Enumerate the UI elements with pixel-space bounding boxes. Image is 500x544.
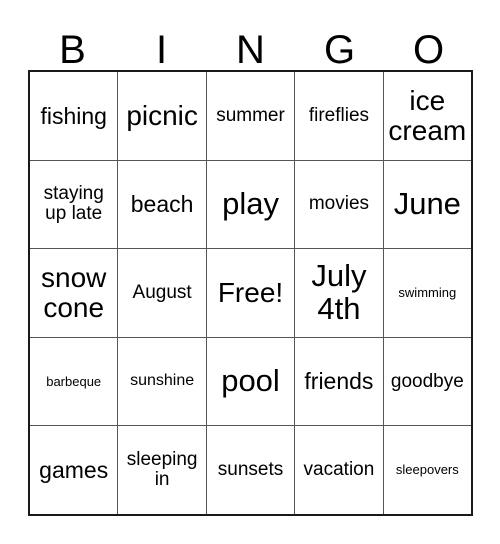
- bingo-row: fishing picnic summer fireflies ice crea…: [30, 72, 471, 161]
- bingo-cell[interactable]: sleepovers: [384, 426, 471, 514]
- bingo-cell[interactable]: June: [384, 161, 471, 249]
- bingo-grid: fishing picnic summer fireflies ice crea…: [28, 70, 473, 516]
- bingo-cell-label: snow cone: [41, 262, 107, 323]
- bingo-free-label: Free!: [217, 277, 284, 309]
- bingo-cell-label: sunsets: [217, 459, 284, 481]
- bingo-cell-label: ice cream: [388, 85, 467, 146]
- bingo-cell[interactable]: staying up late: [30, 160, 119, 249]
- bingo-cell-free[interactable]: Free!: [207, 249, 296, 337]
- bingo-cell-label: summer: [216, 104, 285, 126]
- bingo-cell[interactable]: sunsets: [207, 426, 296, 514]
- bingo-header-letter-n: N: [236, 28, 265, 72]
- bingo-cell-label: movies: [308, 193, 370, 215]
- bingo-cell[interactable]: play: [207, 160, 296, 249]
- bingo-card: B I N G O fishing picnic summer fireflie…: [0, 0, 500, 544]
- bingo-cell-label: fishing: [40, 102, 107, 129]
- bingo-header-row: B I N G O: [28, 14, 473, 70]
- bingo-header-letter-o: O: [412, 28, 445, 72]
- bingo-cell-label: picnic: [126, 99, 198, 131]
- bingo-row: barbeque sunshine pool friends goodbye: [30, 337, 471, 427]
- bingo-header-letter-g: G: [323, 28, 356, 72]
- bingo-row: games sleeping in sunsets vacation sleep…: [30, 426, 471, 514]
- bingo-cell-label: pool: [221, 363, 280, 399]
- bingo-cell-label: sleeping in: [126, 449, 198, 491]
- bingo-cell-label: July 4th: [311, 258, 367, 326]
- bingo-cell[interactable]: games: [30, 426, 119, 514]
- bingo-cell-label: games: [39, 456, 109, 483]
- bingo-cell-label: friends: [304, 368, 374, 395]
- bingo-cell-label: June: [393, 185, 461, 221]
- bingo-cell[interactable]: movies: [295, 160, 384, 249]
- bingo-row: snow cone August Free! July 4th swimming: [30, 249, 471, 338]
- bingo-cell[interactable]: August: [118, 249, 207, 337]
- bingo-cell-label: goodbye: [390, 370, 464, 392]
- bingo-header-letter-i: I: [155, 28, 168, 72]
- bingo-row: staying up late beach play movies June: [30, 160, 471, 250]
- bingo-cell[interactable]: summer: [207, 72, 296, 160]
- bingo-cell[interactable]: fishing: [30, 72, 119, 160]
- bingo-cell[interactable]: vacation: [295, 426, 384, 514]
- bingo-cell[interactable]: sunshine: [118, 337, 207, 426]
- bingo-cell-label: fireflies: [308, 104, 370, 126]
- bingo-cell[interactable]: fireflies: [295, 72, 384, 160]
- bingo-cell[interactable]: pool: [207, 337, 296, 426]
- bingo-cell-label: play: [222, 185, 279, 221]
- bingo-cell-label: barbeque: [46, 373, 102, 389]
- bingo-cell[interactable]: snow cone: [30, 249, 119, 337]
- bingo-cell[interactable]: ice cream: [384, 72, 471, 160]
- bingo-cell[interactable]: beach: [118, 160, 207, 249]
- bingo-cell[interactable]: barbeque: [30, 337, 119, 426]
- bingo-cell[interactable]: goodbye: [384, 338, 471, 426]
- bingo-cell-label: sunshine: [130, 372, 195, 390]
- bingo-cell-label: beach: [130, 191, 194, 218]
- bingo-cell[interactable]: swimming: [384, 249, 471, 337]
- bingo-cell-label: staying up late: [43, 183, 104, 225]
- bingo-cell-label: August: [132, 281, 192, 303]
- bingo-cell[interactable]: friends: [295, 337, 384, 426]
- bingo-cell-label: vacation: [303, 459, 375, 481]
- bingo-cell[interactable]: picnic: [118, 72, 207, 160]
- bingo-cell[interactable]: July 4th: [295, 249, 384, 337]
- bingo-cell[interactable]: sleeping in: [118, 426, 207, 514]
- bingo-header-letter-b: B: [59, 28, 86, 72]
- bingo-cell-label: sleepovers: [395, 462, 459, 478]
- bingo-cell-label: swimming: [398, 285, 457, 301]
